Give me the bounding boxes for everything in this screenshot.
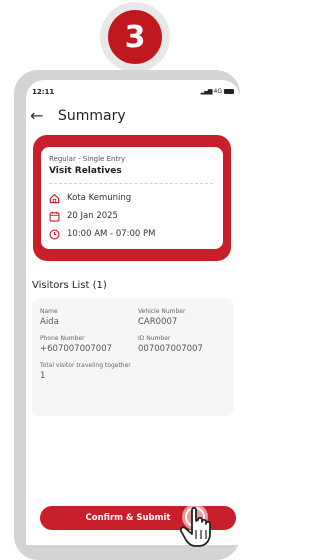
status-time: 12:11	[32, 88, 55, 96]
visit-purpose: Visit Relatives	[49, 166, 122, 176]
phone-screen: 12:11 ▂▄▆ 4G ← Summary Regular - Single …	[26, 80, 240, 545]
calendar-icon	[49, 211, 60, 222]
phone-label: Phone Number	[40, 335, 85, 342]
vehicle-value: CAR0007	[138, 317, 178, 327]
date-text: 20 Jan 2025	[67, 211, 118, 221]
step-badge: 3	[100, 2, 170, 72]
together-value: 1	[40, 371, 46, 381]
phone-value: +607007007007	[40, 344, 113, 354]
header: ← Summary	[26, 102, 240, 130]
battery-icon	[224, 89, 234, 94]
time-text: 10:00 AM - 07:00 PM	[67, 229, 156, 239]
network-label: 4G	[213, 88, 222, 95]
hand-pointer-icon	[178, 496, 226, 548]
visitor-card: Name Aida Vehicle Number CAR0007 Phone N…	[32, 298, 234, 416]
name-label: Name	[40, 308, 58, 315]
vehicle-label: Vehicle Number	[138, 308, 186, 315]
step-number: 3	[108, 10, 162, 64]
together-label: Total visitor traveling together	[40, 362, 131, 369]
id-label: ID Number	[138, 335, 171, 342]
home-icon	[49, 193, 60, 204]
time-row: 10:00 AM - 07:00 PM	[49, 227, 155, 241]
entry-type: Regular - Single Entry	[49, 155, 126, 163]
signal-icon: ▂▄▆ 4G	[201, 88, 234, 95]
page-title: Summary	[58, 108, 126, 124]
clock-icon	[49, 229, 60, 240]
back-arrow-icon[interactable]: ←	[30, 102, 43, 130]
id-value: 007007007007	[138, 344, 203, 354]
card-divider	[49, 183, 213, 184]
visitors-list-title: Visitors List (1)	[32, 280, 107, 291]
location-row: Kota Kemuning	[49, 191, 131, 205]
name-value: Aida	[40, 317, 59, 327]
date-row: 20 Jan 2025	[49, 209, 118, 223]
location-text: Kota Kemuning	[67, 193, 132, 203]
status-bar: 12:11 ▂▄▆ 4G	[26, 86, 240, 100]
summary-card: Regular - Single Entry Visit Relatives K…	[41, 147, 223, 249]
